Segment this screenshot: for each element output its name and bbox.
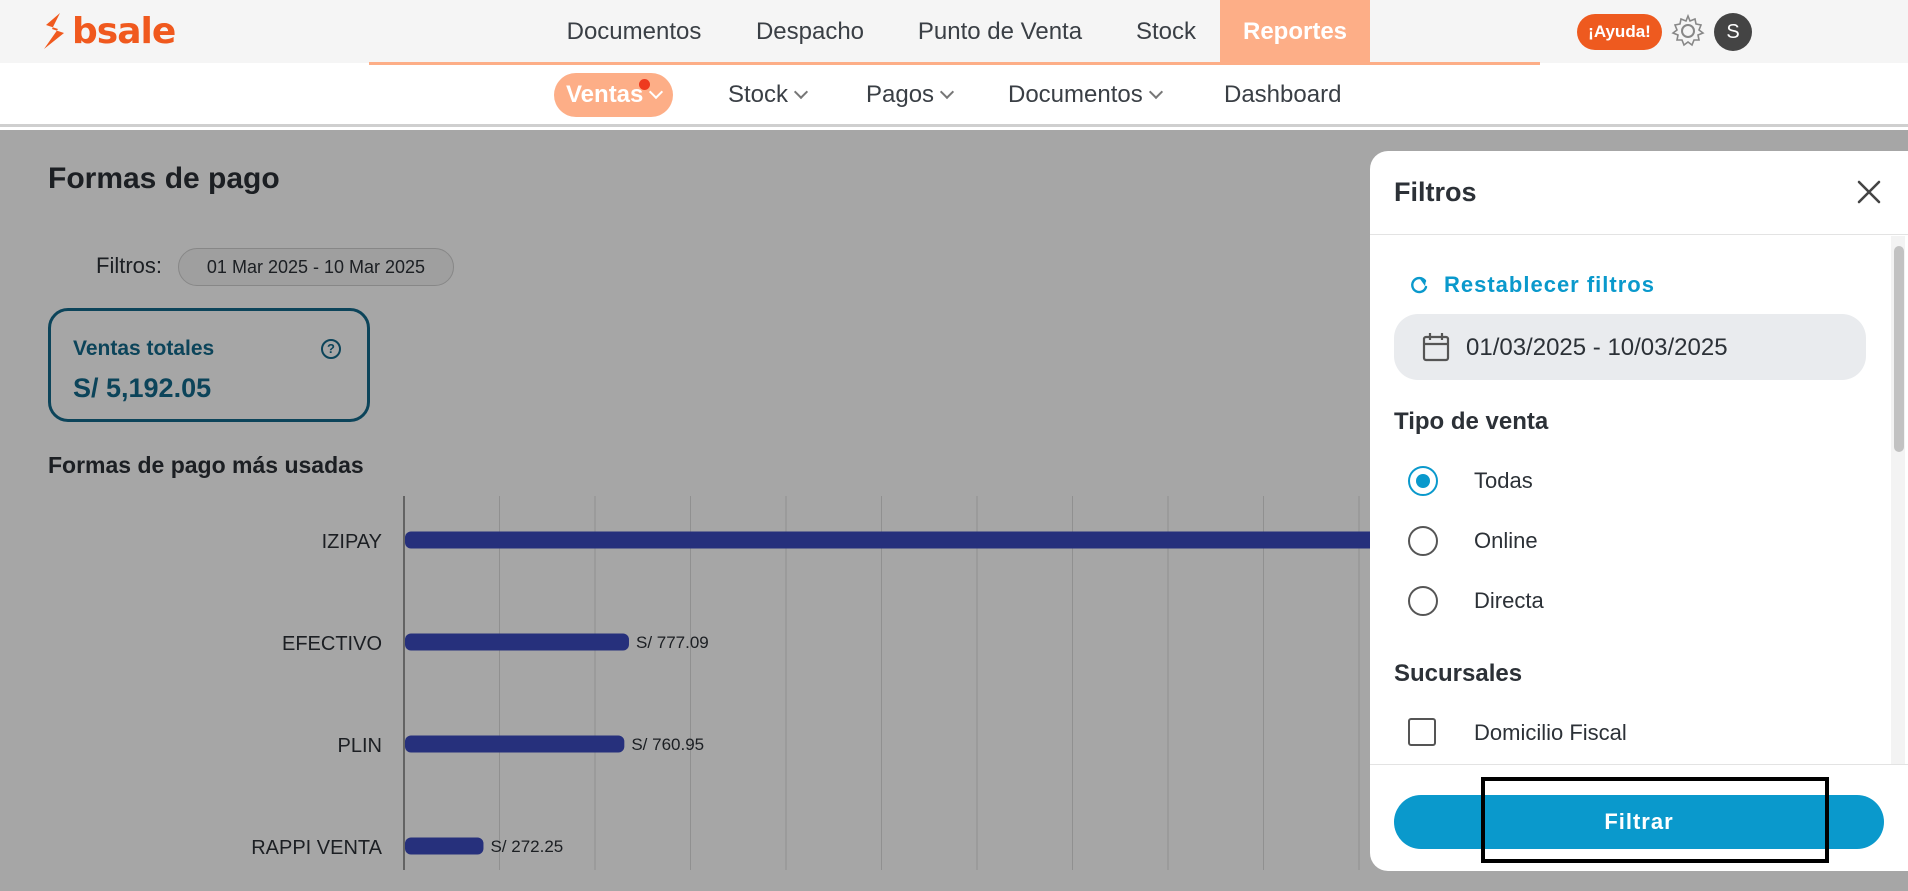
checkbox[interactable] bbox=[1408, 718, 1436, 746]
radio-button[interactable] bbox=[1408, 466, 1438, 496]
radio-label: Directa bbox=[1474, 588, 1544, 613]
radio-online[interactable]: Online bbox=[1408, 526, 1828, 558]
top-navbar: bsale Documentos Despacho Punto de Venta… bbox=[0, 0, 1908, 63]
help-button[interactable]: ¡Ayuda! bbox=[1577, 14, 1662, 50]
subnav-ventas[interactable]: Ventas bbox=[554, 73, 674, 117]
bsale-logo-icon bbox=[44, 13, 64, 49]
date-range-input[interactable]: 01/03/2025 - 10/03/2025 bbox=[1394, 314, 1866, 380]
drawer-header: Filtros bbox=[1370, 151, 1908, 235]
checkbox-domicilio-fiscal[interactable]: Domicilio Fiscal bbox=[1408, 718, 1828, 750]
brand-name: bsale bbox=[72, 10, 176, 52]
scrollbar-thumb[interactable] bbox=[1894, 246, 1904, 452]
nav-punto-de-venta[interactable]: Punto de Venta bbox=[904, 0, 1096, 63]
checkbox-label: Domicilio Fiscal bbox=[1474, 720, 1627, 745]
refresh-icon[interactable] bbox=[1408, 274, 1430, 296]
chevron-down-icon bbox=[939, 84, 955, 100]
nav-despacho[interactable]: Despacho bbox=[740, 0, 880, 63]
radio-button[interactable] bbox=[1408, 526, 1438, 556]
radio-label: Todas bbox=[1474, 468, 1533, 493]
avatar[interactable]: S bbox=[1714, 13, 1752, 51]
subnav-documentos[interactable]: Documentos bbox=[1008, 73, 1163, 117]
subnav-dashboard[interactable]: Dashboard bbox=[1224, 73, 1341, 117]
chevron-down-icon bbox=[649, 84, 664, 100]
radio-button[interactable] bbox=[1408, 586, 1438, 616]
close-icon[interactable] bbox=[1854, 177, 1884, 207]
highlight-box bbox=[1481, 777, 1829, 863]
subnav-ventas-label: Ventas bbox=[566, 81, 644, 108]
notification-dot bbox=[639, 79, 650, 90]
drawer-body: Restablecer filtros 01/03/2025 - 10/03/2… bbox=[1370, 236, 1908, 764]
radio-directa[interactable]: Directa bbox=[1408, 586, 1828, 618]
drawer-title: Filtros bbox=[1394, 177, 1477, 207]
radio-label: Online bbox=[1474, 528, 1538, 553]
bsale-logo[interactable]: bsale bbox=[38, 10, 176, 52]
date-range-value: 01/03/2025 - 10/03/2025 bbox=[1466, 334, 1728, 361]
chevron-down-icon bbox=[793, 84, 809, 100]
sale-type-title: Tipo de venta bbox=[1394, 408, 1549, 435]
calendar-icon bbox=[1422, 333, 1450, 362]
reset-filters-link[interactable]: Restablecer filtros bbox=[1444, 272, 1655, 298]
radio-todas[interactable]: Todas bbox=[1408, 466, 1828, 498]
subnav-stock[interactable]: Stock bbox=[728, 73, 809, 117]
subnav-pagos-label: Pagos bbox=[866, 81, 935, 108]
sub-navbar: Ventas Stock Pagos Documentos Dashboard bbox=[0, 65, 1908, 127]
subnav-pagos[interactable]: Pagos bbox=[866, 73, 955, 117]
nav-stock[interactable]: Stock bbox=[1124, 0, 1208, 63]
chevron-down-icon bbox=[1148, 84, 1163, 100]
subnav-stock-label: Stock bbox=[728, 81, 789, 108]
branches-title: Sucursales bbox=[1394, 660, 1523, 687]
subnav-documentos-label: Documentos bbox=[1008, 81, 1143, 108]
gear-icon[interactable] bbox=[1670, 13, 1706, 49]
filter-drawer: Filtros Restablecer filtros 01/03/2025 -… bbox=[1370, 151, 1908, 871]
nav-reportes[interactable]: Reportes bbox=[1220, 0, 1370, 63]
nav-documentos[interactable]: Documentos bbox=[542, 0, 726, 63]
